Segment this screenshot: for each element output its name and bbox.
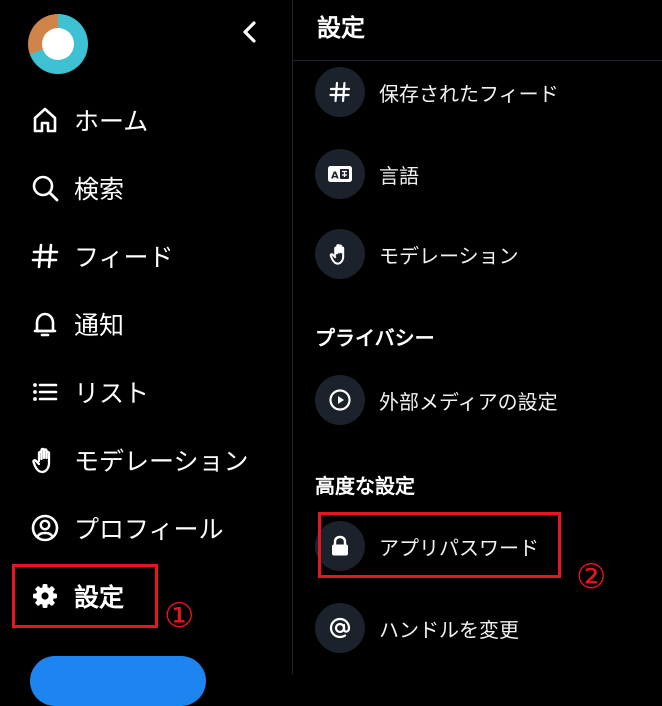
settings-row-external-media[interactable]: 外部メディアの設定 (315, 374, 558, 426)
sidebar-item-feeds[interactable]: フィード (28, 234, 174, 278)
collapse-chevron-icon[interactable] (236, 18, 264, 46)
annotation-marker-1: ① (164, 596, 195, 636)
sidebar-item-label: ホーム (74, 107, 149, 136)
language-icon: A (315, 149, 365, 199)
highlight-box-settings (12, 564, 158, 628)
hash-icon (315, 67, 365, 117)
sidebar-item-search[interactable]: 検索 (28, 166, 124, 210)
sidebar-item-moderation[interactable]: モデレーション (28, 438, 249, 482)
hand-icon (315, 229, 365, 279)
sidebar-item-label: モデレーション (74, 447, 249, 476)
sidebar-item-label: フィード (74, 243, 174, 272)
svg-text:A: A (331, 171, 339, 182)
at-icon (315, 603, 365, 653)
sidebar-item-home[interactable]: ホーム (28, 98, 148, 142)
section-header-privacy: プライバシー (315, 326, 435, 350)
row-label: 保存されたフィード (379, 81, 559, 106)
hand-icon (28, 443, 62, 477)
row-label: 言語 (379, 163, 419, 188)
list-icon (28, 375, 62, 409)
row-label: 外部メディアの設定 (379, 389, 558, 414)
avatar[interactable] (28, 14, 88, 74)
header-divider (293, 60, 662, 61)
search-icon (28, 171, 62, 205)
bell-icon (28, 307, 62, 341)
home-icon (28, 103, 62, 137)
settings-row-languages[interactable]: A 言語 (315, 148, 419, 200)
settings-row-change-handle[interactable]: ハンドルを変更 (315, 602, 519, 654)
sidebar-item-label: 検索 (74, 175, 125, 204)
hash-icon (28, 239, 62, 273)
sidebar-item-notifications[interactable]: 通知 (28, 302, 124, 346)
sidebar-item-label: リスト (74, 379, 150, 408)
sidebar-item-label: プロフィール (74, 515, 224, 544)
annotation-marker-2: ② (576, 557, 607, 597)
settings-row-saved-feeds[interactable]: 保存されたフィード (315, 66, 559, 118)
sidebar-item-profile[interactable]: プロフィール (28, 506, 224, 550)
sidebar-item-lists[interactable]: リスト (28, 370, 149, 414)
row-label: ハンドルを変更 (379, 617, 519, 642)
new-post-button[interactable] (30, 656, 206, 706)
user-circle-icon (28, 511, 62, 545)
row-label: モデレーション (379, 243, 519, 268)
play-circle-icon (315, 375, 365, 425)
highlight-box-app-passwords (318, 512, 561, 578)
sidebar-item-label: 通知 (74, 311, 125, 340)
section-header-advanced: 高度な設定 (315, 474, 415, 498)
page-title: 設定 (317, 14, 365, 42)
settings-row-moderation[interactable]: モデレーション (315, 228, 519, 280)
